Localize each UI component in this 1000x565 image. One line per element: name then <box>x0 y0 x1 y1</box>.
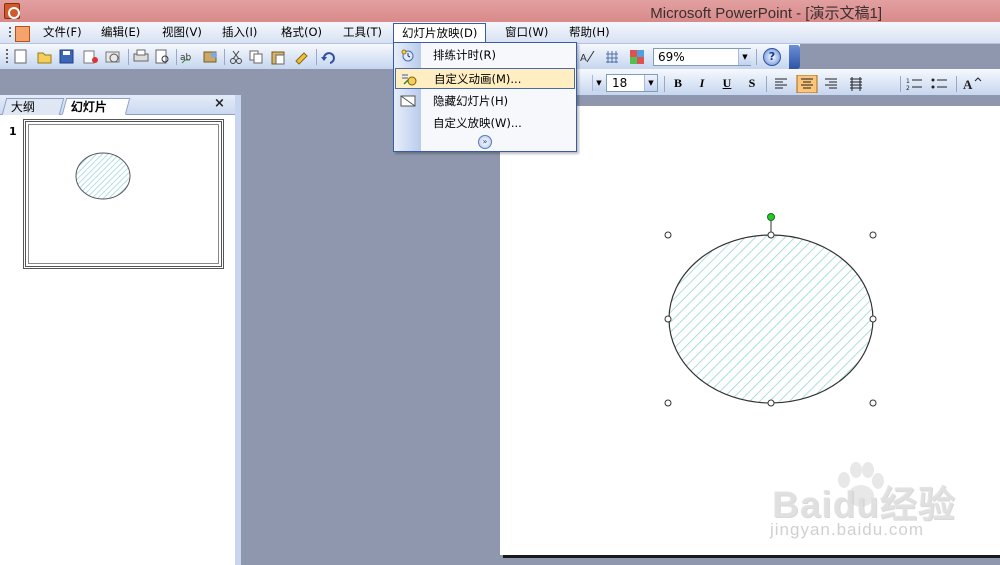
format-painter-icon <box>295 52 308 65</box>
distribute-icon <box>850 77 862 91</box>
timer-icon <box>401 49 414 62</box>
cut-icon <box>230 50 242 64</box>
tab-slides[interactable]: 幻灯片 <box>61 98 131 115</box>
font-size-dropdown-arrow-icon[interactable]: ▼ <box>644 75 657 91</box>
zoom-input[interactable]: 69% <box>653 48 751 66</box>
slideshow-menu-dropdown: 排练计时(R) 自定义动画(M)... 隐藏幻灯片(H) 自定义放映(W)...… <box>393 42 577 152</box>
hide-slide-icon <box>400 95 416 107</box>
align-left-icon <box>775 78 787 89</box>
spelling-icon: ab <box>180 53 192 64</box>
expand-arrows-icon[interactable]: » <box>478 135 492 149</box>
svg-text:1: 1 <box>906 78 910 85</box>
menu-item-hide-slide[interactable]: 隐藏幻灯片(H) <box>395 91 575 112</box>
menu-item-label: 自定义动画(M)... <box>434 72 522 86</box>
tab-outline-label: 大纲 <box>10 100 35 114</box>
menu-slideshow[interactable]: 幻灯片放映(D) <box>393 23 487 44</box>
toolbar-icons-group-right: A <box>580 50 644 64</box>
menu-item-label: 隐藏幻灯片(H) <box>433 94 509 108</box>
svg-text:2: 2 <box>906 85 910 92</box>
undo-icon <box>321 52 335 64</box>
menu-help[interactable]: 帮助(H) <box>566 25 613 42</box>
save-icon <box>59 49 74 64</box>
menu-item-label: 排练计时(R) <box>433 48 496 62</box>
underline-button[interactable]: U <box>718 74 736 92</box>
svg-text:A: A <box>963 77 973 92</box>
watermark-url: jingyan.baidu.com <box>770 520 925 539</box>
align-center-active-bg <box>796 75 818 93</box>
menu-view[interactable]: 视图(V) <box>159 25 205 42</box>
italic-button[interactable]: I <box>693 74 711 92</box>
menu-item-custom-shows[interactable]: 自定义放映(W)... <box>395 113 575 134</box>
print-icon <box>133 49 149 62</box>
toolbar-options-icon[interactable] <box>789 45 800 69</box>
title-bar: Microsoft PowerPoint - [演示文稿1] <box>0 0 1000 22</box>
toolbar-grip[interactable] <box>6 49 8 63</box>
research-icon <box>203 51 217 63</box>
font-dropdown-arrow-icon[interactable]: ▼ <box>592 75 605 91</box>
align-right-icon <box>825 78 837 89</box>
new-icon <box>14 49 27 64</box>
menu-tools[interactable]: 工具(T) <box>340 25 385 42</box>
print-preview-icon <box>155 49 169 64</box>
bullet-list-icon <box>931 78 947 89</box>
shadow-button[interactable]: S <box>743 74 761 92</box>
menu-bar: 文件(F) 编辑(E) 视图(V) 插入(I) 格式(O) 工具(T) 幻灯片放… <box>0 22 1000 44</box>
window-title: Microsoft PowerPoint - [演示文稿1] <box>650 5 882 22</box>
list-icons-group: 12 A <box>906 76 982 92</box>
menu-format[interactable]: 格式(O) <box>278 25 325 42</box>
rotation-handle[interactable] <box>767 213 775 221</box>
menu-insert[interactable]: 插入(I) <box>219 25 260 42</box>
email-icon <box>105 51 120 63</box>
copy-icon <box>249 50 263 64</box>
tab-outline[interactable]: 大纲 <box>1 98 65 115</box>
help-icon[interactable]: ? <box>763 48 781 66</box>
zoom-dropdown-arrow-icon[interactable]: ▼ <box>738 49 751 65</box>
menu-item-rehearse-timings[interactable]: 排练计时(R) <box>395 45 575 66</box>
numbered-list-icon: 12 <box>906 78 922 92</box>
alignment-icons-group <box>775 75 862 93</box>
menu-item-label: 自定义放映(W)... <box>433 116 522 130</box>
open-icon <box>37 52 52 64</box>
powerpoint-app-icon[interactable] <box>4 3 20 19</box>
grid-icon <box>606 51 618 63</box>
close-icon[interactable]: × <box>214 96 225 111</box>
bold-button[interactable]: B <box>669 74 687 92</box>
tab-slides-label: 幻灯片 <box>70 100 107 114</box>
slide-thumbnail-frame <box>28 124 219 264</box>
menu-window[interactable]: 窗口(W) <box>502 25 551 42</box>
menu-edit[interactable]: 编辑(E) <box>98 25 143 42</box>
custom-animation-icon <box>402 74 417 86</box>
svg-text:ab: ab <box>180 53 192 63</box>
slides-pane: 大纲 幻灯片 × 1 <box>0 95 241 565</box>
menu-file[interactable]: 文件(F) <box>40 25 85 42</box>
color-grayscale-icon <box>630 50 644 64</box>
increase-font-icon: A <box>963 77 982 92</box>
toolbar-icons-group: ab <box>14 49 335 65</box>
pane-tabs: 大纲 幻灯片 × <box>0 95 235 115</box>
thumbnail-circle <box>75 152 131 200</box>
hatched-circle-shape[interactable] <box>668 234 874 404</box>
menu-item-custom-animation[interactable]: 自定义动画(M)... <box>395 68 575 89</box>
slide-number: 1 <box>9 125 17 138</box>
svg-text:A: A <box>580 53 587 64</box>
document-icon[interactable] <box>9 25 30 42</box>
table-icon: A <box>580 50 595 64</box>
paste-icon <box>271 51 285 65</box>
slide-thumbnail[interactable] <box>23 119 224 269</box>
permission-icon <box>83 50 98 64</box>
